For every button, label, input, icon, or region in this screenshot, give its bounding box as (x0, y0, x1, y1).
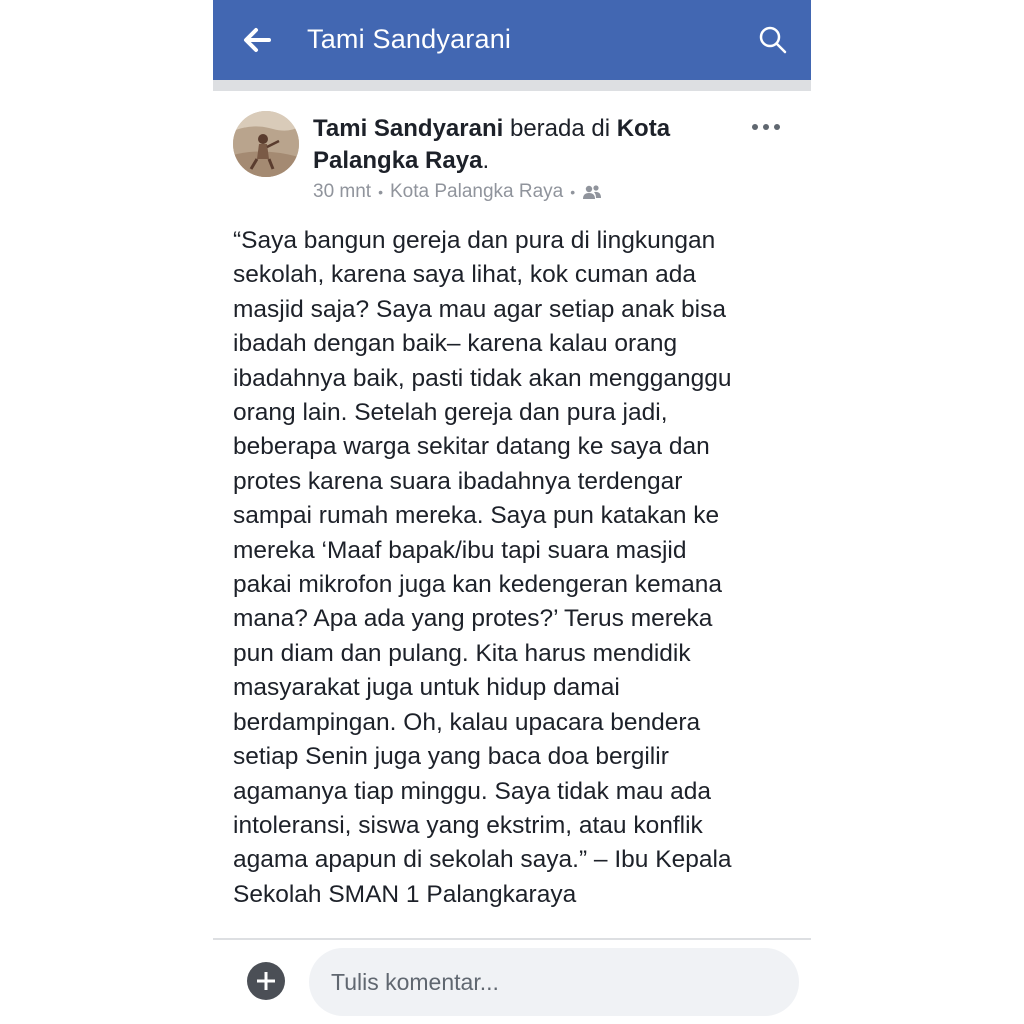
location-connector: berada di (503, 115, 617, 142)
search-icon (759, 26, 787, 54)
post-place[interactable]: Kota Palangka Raya (390, 181, 563, 203)
app-screen: Tami Sandyarani Tami Sandyarani berada d… (213, 0, 811, 1024)
top-navigation-bar: Tami Sandyarani (213, 0, 811, 80)
more-options-button[interactable] (751, 117, 781, 131)
post-header: Tami Sandyarani berada di Kota Palangka … (213, 91, 811, 216)
feed-separator (213, 80, 811, 91)
profile-photo (233, 111, 299, 177)
plus-circle-icon[interactable] (247, 962, 285, 1000)
friends-icon (583, 185, 602, 199)
meta-dot: • (570, 184, 576, 200)
avatar[interactable] (233, 111, 299, 177)
post-text: “Saya bangun gereja dan pura di lingkung… (233, 227, 732, 908)
author-name[interactable]: Tami Sandyarani (313, 115, 503, 142)
post-time[interactable]: 30 mnt (313, 181, 371, 203)
post-meta: 30 mnt • Kota Palangka Raya • (313, 181, 602, 203)
location-end: . (482, 147, 490, 174)
arrow-left-icon (244, 28, 271, 52)
back-button[interactable] (239, 22, 275, 58)
comment-bar (213, 940, 811, 1024)
comment-input[interactable] (309, 948, 799, 1016)
meta-dot: • (378, 184, 383, 200)
more-horizontal-icon (752, 124, 780, 130)
search-button[interactable] (757, 24, 789, 56)
post-author-line: Tami Sandyarani berada di Kota Palangka … (313, 113, 733, 177)
page-title: Tami Sandyarani (307, 24, 512, 54)
